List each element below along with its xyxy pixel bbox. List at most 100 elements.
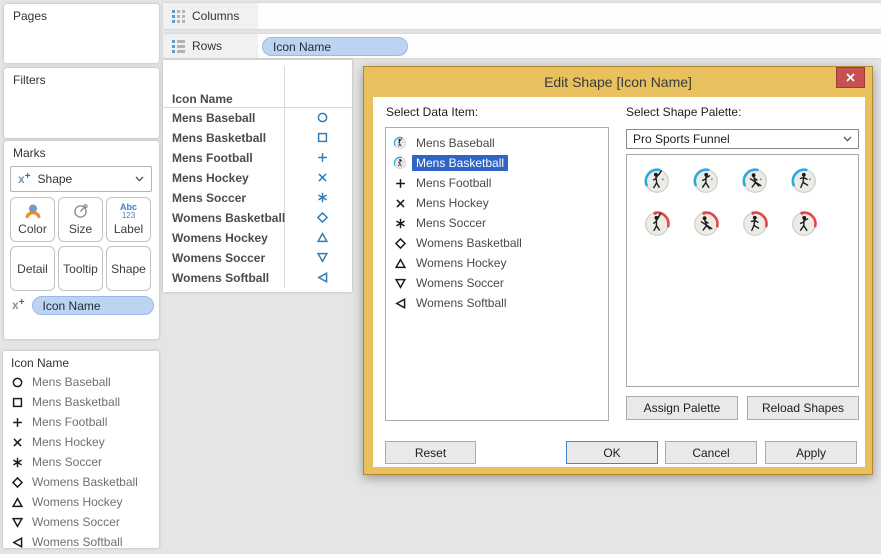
shape-list-item[interactable]: Mens Hockey <box>386 193 608 213</box>
chevron-down-icon <box>135 176 144 182</box>
reset-button[interactable]: Reset <box>385 441 476 464</box>
columns-shelf[interactable]: Columns <box>163 3 881 29</box>
table-row[interactable]: Womens Soccer <box>163 248 352 268</box>
triangle-left-shape-icon <box>394 297 405 309</box>
palette-value: Pro Sports Funnel <box>633 132 730 146</box>
triangle-up-shape-icon <box>11 496 24 507</box>
table-row[interactable]: Mens Soccer <box>163 188 352 208</box>
mark-type-dropdown[interactable]: x+ Shape <box>10 166 152 192</box>
table-row-label: Womens Soccer <box>172 251 266 265</box>
legend-item[interactable]: Womens Basketball <box>3 472 159 492</box>
mark-shape[interactable] <box>316 151 329 167</box>
legend-item[interactable]: Mens Basketball <box>3 392 159 412</box>
reload-shapes-button[interactable]: Reload Shapes <box>747 396 859 420</box>
shape-list-item[interactable]: Womens Soccer <box>386 273 608 293</box>
soccer-player-shape-icon <box>791 168 816 193</box>
rows-pill-icon-name[interactable]: Icon Name <box>262 37 408 56</box>
legend-item[interactable]: Womens Softball <box>3 532 159 552</box>
legend-item-label: Mens Football <box>32 415 108 429</box>
palette-shape-hockey-blue[interactable] <box>741 167 769 195</box>
label-button[interactable]: Abc 123 Label <box>106 197 151 242</box>
shape-list-item[interactable]: Mens Baseball <box>386 133 608 153</box>
mark-shape[interactable] <box>316 111 329 127</box>
assign-palette-button[interactable]: Assign Palette <box>626 396 738 420</box>
tooltip-button[interactable]: Tooltip <box>58 246 103 291</box>
asterisk-shape-icon <box>395 218 405 228</box>
item-shape-icon <box>392 237 408 250</box>
baseball-player-shape-icon <box>644 168 669 193</box>
table-row[interactable]: Womens Softball <box>163 268 352 288</box>
mark-shape[interactable] <box>316 251 329 267</box>
triangle-up-shape-icon <box>394 257 406 268</box>
diamond-shape-icon <box>316 211 329 224</box>
plus-shape-icon <box>13 417 22 427</box>
legend-item[interactable]: Mens Baseball <box>3 372 159 392</box>
detail-button[interactable]: Detail <box>10 246 55 291</box>
palette-shape-basketball-red[interactable] <box>790 210 818 238</box>
shape-palette-dropdown[interactable]: Pro Sports Funnel <box>626 129 859 149</box>
icon-name-pill[interactable]: Icon Name <box>31 296 154 315</box>
columns-tile: Columns <box>163 3 258 29</box>
mark-shape[interactable] <box>316 271 329 287</box>
rows-shelf[interactable]: Rows Icon Name <box>163 34 881 58</box>
size-button[interactable]: Size <box>58 197 103 242</box>
cancel-button[interactable]: Cancel <box>665 441 757 464</box>
table-row-label: Mens Football <box>172 151 253 165</box>
legend-item-label: Mens Soccer <box>32 455 103 469</box>
shape-list-item[interactable]: Mens Football <box>386 173 608 193</box>
shape-list-item[interactable]: Mens Soccer <box>386 213 608 233</box>
palette-shape-baseball-blue[interactable] <box>643 167 671 195</box>
item-label: Womens Hockey <box>416 256 507 270</box>
size-icon <box>73 204 88 218</box>
diamond-shape-icon <box>11 476 24 488</box>
shape-list-item-selected[interactable]: Mens Basketball <box>386 153 608 173</box>
item-shape-icon <box>392 297 408 310</box>
legend-item[interactable]: Mens Football <box>3 412 159 432</box>
legend-item[interactable]: Womens Soccer <box>3 512 159 532</box>
mark-shape[interactable] <box>316 231 329 247</box>
plus-shape-icon <box>395 178 405 188</box>
square-shape-icon <box>12 397 23 407</box>
table-row[interactable]: Mens Football <box>163 148 352 168</box>
shape-list-item[interactable]: Womens Hockey <box>386 253 608 273</box>
square-shape-icon <box>317 132 328 143</box>
mark-shape[interactable] <box>316 191 329 207</box>
table-row[interactable]: Mens Basketball <box>163 128 352 148</box>
circle-shape-icon <box>317 112 328 123</box>
legend-item[interactable]: Mens Hockey <box>3 432 159 452</box>
item-label: Mens Soccer <box>416 216 487 230</box>
columns-icon <box>172 9 185 23</box>
palette-shape-basketball-blue[interactable] <box>692 167 720 195</box>
filters-shelf[interactable]: Filters <box>4 68 159 138</box>
mark-shape[interactable] <box>316 211 329 227</box>
mark-shape[interactable] <box>316 131 329 147</box>
table-row[interactable]: Mens Hockey <box>163 168 352 188</box>
close-button[interactable] <box>836 67 865 88</box>
shape-list-item[interactable]: Womens Softball <box>386 293 608 313</box>
mark-shape[interactable] <box>316 171 329 187</box>
table-row-label: Womens Softball <box>172 271 270 285</box>
palette-shape-softball-red[interactable] <box>643 210 671 238</box>
pages-shelf[interactable]: Pages <box>4 4 159 63</box>
palette-shape-soccer-blue[interactable] <box>790 167 818 195</box>
table-row-label: Womens Hockey <box>172 231 268 245</box>
legend-item-label: Womens Softball <box>32 535 123 549</box>
legend-item-label: Womens Soccer <box>32 515 120 529</box>
apply-button[interactable]: Apply <box>765 441 857 464</box>
palette-shape-soccer-red[interactable] <box>741 210 769 238</box>
legend-item[interactable]: Womens Hockey <box>3 492 159 512</box>
table-row[interactable]: Womens Basketball <box>163 208 352 228</box>
circle-shape-icon <box>12 377 23 387</box>
shape-mark-icon: x+ <box>18 170 31 186</box>
label-icon: Abc 123 <box>119 202 137 220</box>
shape-list-item[interactable]: Womens Basketball <box>386 233 608 253</box>
table-row[interactable]: Mens Baseball <box>163 108 352 128</box>
ok-button[interactable]: OK <box>566 441 658 464</box>
table-row[interactable]: Womens Hockey <box>163 228 352 248</box>
color-button[interactable]: Color <box>10 197 55 242</box>
palette-shape-hockey-red[interactable] <box>692 210 720 238</box>
basketball-player-shape-icon <box>693 168 718 193</box>
shape-button[interactable]: Shape <box>106 246 151 291</box>
legend-item[interactable]: Mens Soccer <box>3 452 159 472</box>
baseball-player-shape-icon <box>393 136 406 149</box>
